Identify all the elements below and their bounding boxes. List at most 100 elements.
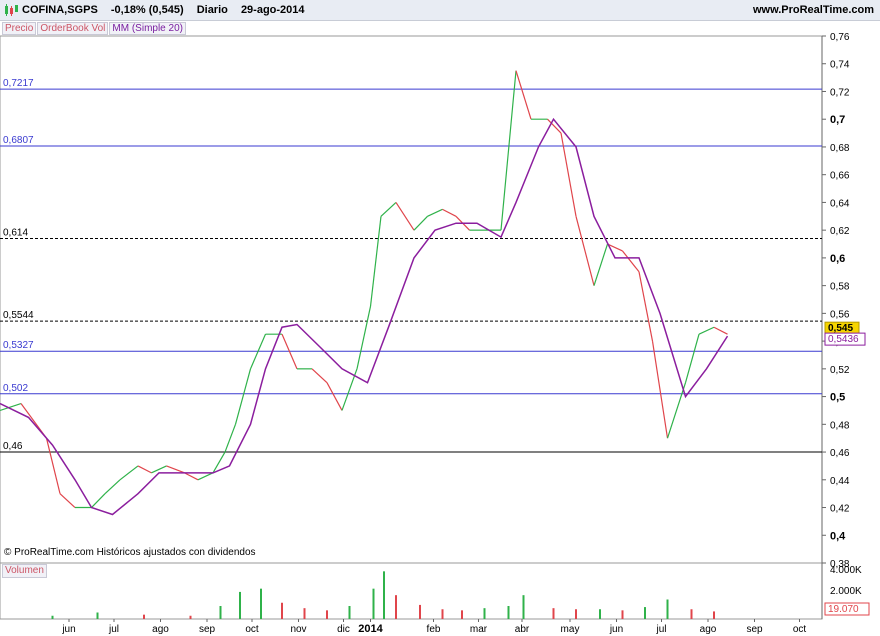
volume-bar[interactable] — [483, 608, 486, 619]
volume-bar[interactable] — [621, 610, 624, 619]
price-tick-label: 0,4 — [830, 530, 846, 542]
level-label: 0,502 — [3, 383, 28, 394]
x-tick-label: jun — [609, 624, 623, 635]
x-tick-label: abr — [515, 624, 530, 635]
volume-bar[interactable] — [303, 608, 306, 619]
volume-bar[interactable] — [326, 610, 328, 619]
price-segment[interactable] — [713, 326, 728, 335]
price-segment[interactable] — [698, 326, 715, 335]
volume-bar[interactable] — [690, 609, 693, 619]
volume-bar[interactable] — [239, 591, 241, 619]
price-segment[interactable] — [184, 472, 199, 481]
tab-volumen[interactable]: Volumen — [2, 564, 47, 578]
price-segment[interactable] — [234, 368, 252, 425]
price-segment[interactable] — [166, 465, 185, 474]
price-tick-label: 0,42 — [830, 504, 850, 515]
price-segment[interactable] — [593, 243, 609, 286]
price-segment[interactable] — [197, 472, 214, 481]
price-segment[interactable] — [356, 306, 372, 369]
volume-bar[interactable] — [189, 615, 192, 619]
level-label: 0,614 — [3, 227, 28, 238]
price-segment[interactable] — [622, 250, 640, 273]
price-tick-label: 0,7 — [830, 114, 845, 126]
price-tick-label: 0,46 — [830, 448, 850, 459]
price-tick-label: 0,76 — [830, 32, 850, 43]
price-segment[interactable] — [684, 334, 700, 383]
volume-bar[interactable] — [281, 602, 283, 619]
price-tick-label: 0,64 — [830, 198, 850, 209]
price-chart[interactable]: 0,76 0,74 0,72 0,7 0,68 0,66 0,64 0,62 0,6 0,58 0,… — [0, 0, 880, 636]
price-tick-label: 0,58 — [830, 282, 850, 293]
x-tick-label: sep — [199, 624, 216, 635]
price-tick-label: 0,72 — [830, 87, 850, 98]
volume-bar[interactable] — [219, 606, 222, 619]
volume-panel-frame — [0, 562, 823, 620]
volume-bar[interactable] — [713, 611, 715, 619]
volume-bar[interactable] — [260, 588, 262, 619]
price-tick-label: 0,44 — [830, 476, 850, 487]
x-tick-label: jul — [655, 624, 666, 635]
price-segment[interactable] — [427, 208, 443, 217]
volume-bar[interactable] — [383, 571, 385, 619]
volume-last-label: 19.070 — [828, 604, 859, 615]
price-segment[interactable] — [151, 465, 167, 474]
x-tick-label: jul — [108, 624, 119, 635]
price-segment[interactable] — [515, 70, 532, 120]
credit-text: © ProRealTime.com Históricos ajustados c… — [4, 547, 256, 558]
x-tick-label: oct — [793, 624, 807, 635]
price-segment[interactable] — [311, 368, 328, 384]
volume-bar[interactable] — [575, 609, 577, 619]
price-segment[interactable] — [395, 202, 415, 231]
price-tick-label: 0,56 — [830, 309, 850, 320]
price-tick-label: 0,5 — [830, 392, 845, 404]
price-segment[interactable] — [369, 216, 382, 307]
moving-average-line[interactable] — [0, 117, 729, 516]
price-tick-label: 0,52 — [830, 365, 850, 376]
last-ma-label: 0,5436 — [828, 334, 859, 345]
price-tick-label: 0,74 — [830, 60, 850, 71]
price-segment[interactable] — [442, 208, 457, 217]
volume-bar[interactable] — [441, 609, 444, 619]
x-tick-label: ago — [152, 624, 169, 635]
volume-bar[interactable] — [666, 599, 669, 620]
price-segment[interactable] — [137, 465, 152, 474]
volume-bar[interactable] — [522, 595, 525, 619]
volume-bar[interactable] — [507, 606, 510, 619]
volume-bar[interactable] — [143, 614, 145, 619]
x-tick-label: 2014 — [358, 623, 383, 635]
price-segment[interactable] — [638, 271, 654, 342]
price-segment[interactable] — [59, 493, 76, 508]
price-segment[interactable] — [224, 424, 237, 453]
price-segment[interactable] — [575, 216, 595, 286]
level-label: 0,5544 — [3, 310, 34, 321]
level-label: 0,46 — [3, 441, 23, 452]
volume-tick-label: 4.000K — [830, 565, 862, 576]
x-tick-label: oct — [245, 624, 259, 635]
price-panel-frame — [0, 35, 823, 564]
last-price-label: 0,545 — [828, 323, 853, 334]
volume-bar[interactable] — [552, 608, 555, 619]
volume-bar[interactable] — [51, 615, 54, 619]
volume-tick-label: 2.000K — [830, 586, 862, 597]
price-segment[interactable] — [413, 215, 428, 231]
volume-bar[interactable] — [419, 604, 421, 619]
volume-bar[interactable] — [461, 610, 463, 619]
level-label: 0,7217 — [3, 78, 34, 89]
x-tick-label: feb — [427, 624, 441, 635]
price-segment[interactable] — [380, 201, 397, 217]
volume-bar[interactable] — [599, 609, 601, 619]
x-tick-label: jun — [61, 624, 75, 635]
volume-bar[interactable] — [96, 612, 99, 620]
volume-bar[interactable] — [395, 595, 397, 619]
price-segment[interactable] — [91, 493, 106, 508]
price-segment[interactable] — [326, 382, 343, 411]
volume-bar[interactable] — [372, 588, 375, 619]
volume-bar[interactable] — [348, 606, 351, 619]
x-tick-label: dic — [337, 624, 350, 635]
price-segment[interactable] — [666, 382, 687, 439]
price-segment[interactable] — [119, 465, 139, 481]
volume-bar[interactable] — [644, 607, 646, 619]
level-label: 0,5327 — [3, 340, 34, 351]
price-segment[interactable] — [104, 479, 121, 495]
price-segment[interactable] — [651, 341, 669, 439]
